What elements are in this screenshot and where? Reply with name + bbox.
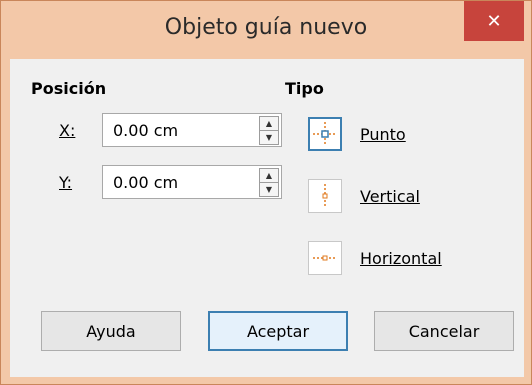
x-decrement-button[interactable]: ▼ [259, 130, 279, 145]
type-heading: Tipo [285, 79, 324, 98]
vertical-guide-icon [322, 184, 328, 208]
x-label: X: [59, 121, 76, 140]
help-button[interactable]: Ayuda [41, 311, 181, 351]
type-point-button[interactable] [308, 117, 342, 151]
cancel-button[interactable]: Cancelar [374, 311, 514, 351]
y-spinbox[interactable]: 0.00 cm ▲ ▼ [102, 165, 282, 199]
y-spin-arrows: ▲ ▼ [259, 168, 279, 197]
close-button[interactable]: ✕ [464, 1, 524, 41]
type-vertical-label: Vertical [360, 187, 420, 206]
position-heading: Posición [31, 79, 107, 98]
close-icon: ✕ [486, 10, 502, 32]
x-spin-arrows: ▲ ▼ [259, 116, 279, 145]
type-horizontal-label: Horizontal [360, 249, 442, 268]
x-value[interactable]: 0.00 cm [113, 121, 178, 140]
type-point-label: Punto [360, 125, 406, 144]
window-title: Objeto guía nuevo [164, 15, 368, 40]
y-decrement-button[interactable]: ▼ [259, 182, 279, 197]
dialog-content: Posición X: 0.00 cm ▲ ▼ Y: 0.00 cm ▲ ▼ T… [10, 59, 524, 377]
y-label: Y: [59, 173, 73, 192]
new-guide-dialog: Objeto guía nuevo ✕ Posición X: 0.00 cm … [0, 0, 532, 385]
ok-button[interactable]: Aceptar [208, 311, 348, 351]
type-vertical-button[interactable] [308, 179, 342, 213]
y-value[interactable]: 0.00 cm [113, 173, 178, 192]
x-spinbox[interactable]: 0.00 cm ▲ ▼ [102, 113, 282, 147]
horizontal-guide-icon [313, 255, 337, 261]
y-increment-button[interactable]: ▲ [259, 168, 279, 183]
title-bar[interactable]: Objeto guía nuevo ✕ [1, 1, 531, 59]
type-horizontal-button[interactable] [308, 241, 342, 275]
point-guide-icon [313, 122, 337, 146]
x-increment-button[interactable]: ▲ [259, 116, 279, 131]
